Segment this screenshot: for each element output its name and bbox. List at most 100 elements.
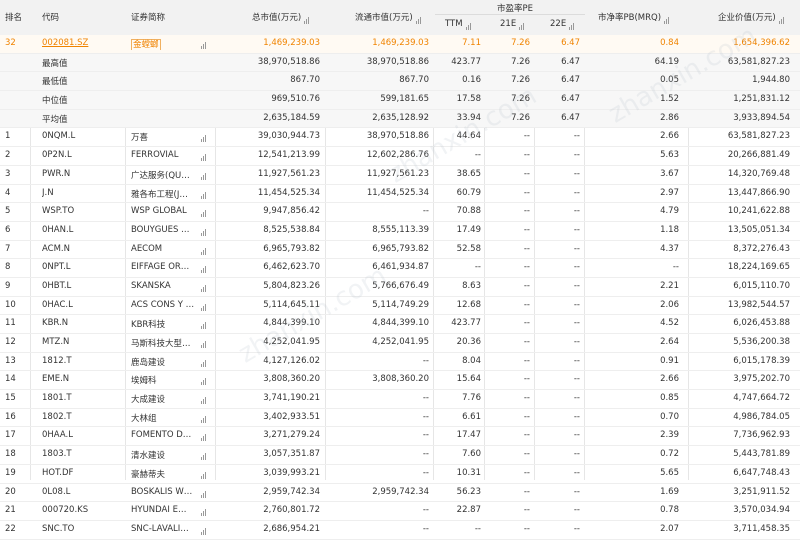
name-cell[interactable]: AECOM <box>131 244 196 254</box>
bar-chart-icon[interactable] <box>569 20 575 30</box>
code-cell[interactable]: J.N <box>42 188 122 198</box>
table-row[interactable]: 1 0NQM.L 万喜 39,030,944.73 38,970,518.86 … <box>0 128 800 148</box>
table-row[interactable]: 20 0L08.L BOSKALIS W… 2,959,742.34 2,959… <box>0 484 800 503</box>
header-total-mv[interactable]: 总市值(万元) <box>252 11 310 24</box>
mini-chart-icon[interactable] <box>198 150 210 162</box>
bar-chart-icon[interactable] <box>664 14 670 24</box>
code-link[interactable]: 002081.SZ <box>42 38 88 48</box>
header-ttm[interactable]: TTM <box>445 19 472 30</box>
code-cell[interactable]: 002081.SZ <box>42 38 122 48</box>
mini-chart-icon[interactable] <box>198 225 210 236</box>
table-row[interactable]: 4 J.N 雅各布工程(J… 11,454,525.34 11,454,525.… <box>0 185 800 204</box>
name-cell[interactable]: HYUNDAI E… <box>131 505 196 515</box>
code-cell[interactable]: PWR.N <box>42 169 122 179</box>
name-cell[interactable]: EIFFAGE OR… <box>131 262 196 272</box>
bar-chart-icon[interactable] <box>778 14 785 24</box>
bar-chart-icon[interactable] <box>304 14 310 24</box>
table-row[interactable]: 8 0NPT.L EIFFAGE OR… 6,462,623.70 6,461,… <box>0 259 800 278</box>
code-cell[interactable]: 0NQM.L <box>42 131 122 141</box>
name-cell[interactable]: SKANSKA <box>131 281 196 291</box>
code-cell[interactable]: 1812.T <box>42 356 122 366</box>
mini-chart-icon[interactable] <box>198 505 210 517</box>
mini-chart-icon[interactable] <box>198 449 210 461</box>
code-cell[interactable]: 0HBT.L <box>42 281 122 291</box>
code-cell[interactable]: 0P2N.L <box>42 150 122 160</box>
code-cell[interactable]: KBR.N <box>42 318 122 328</box>
mini-chart-icon[interactable] <box>198 262 210 274</box>
mini-chart-icon[interactable] <box>198 244 210 255</box>
code-cell[interactable]: MTZ.N <box>42 337 122 347</box>
mini-chart-icon[interactable] <box>198 393 210 405</box>
mini-chart-icon[interactable] <box>198 188 210 199</box>
mini-chart-icon[interactable] <box>198 524 210 535</box>
name-cell[interactable]: 埃姆科 <box>131 374 196 386</box>
name-cell[interactable]: BOSKALIS W… <box>131 487 196 497</box>
mini-chart-icon[interactable] <box>198 487 210 498</box>
mini-chart-icon[interactable] <box>198 206 210 218</box>
mini-chart-icon[interactable] <box>198 281 210 292</box>
table-row[interactable]: 5 WSP.TO WSP GLOBAL 9,947,856.42 -- 70.8… <box>0 203 800 222</box>
name-cell[interactable]: KBR科技 <box>131 318 196 330</box>
table-row[interactable]: 11 KBR.N KBR科技 4,844,399.10 4,844,399.10… <box>0 315 800 334</box>
mini-chart-icon[interactable] <box>198 356 210 367</box>
header-pb[interactable]: 市净率PB(MRQ) <box>598 11 670 24</box>
code-cell[interactable]: 1803.T <box>42 449 122 459</box>
table-row[interactable]: 18 1803.T 清水建设 3,057,351.87 -- 7.60 -- -… <box>0 446 800 465</box>
code-cell[interactable]: 0L08.L <box>42 487 122 497</box>
table-row[interactable]: 17 0HAA.L FOMENTO D… 3,271,279.24 -- 17.… <box>0 427 800 447</box>
name-cell[interactable]: 鹿岛建设 <box>131 356 196 368</box>
code-cell[interactable]: 1801.T <box>42 393 122 403</box>
header-22e[interactable]: 22E <box>550 19 575 30</box>
name-cell[interactable]: 马斯科技大型… <box>131 337 196 349</box>
mini-chart-icon[interactable] <box>198 430 210 442</box>
table-row[interactable]: 15 1801.T 大成建设 3,741,190.21 -- 7.76 -- -… <box>0 390 800 409</box>
mini-chart-icon[interactable] <box>198 169 210 180</box>
mini-chart-icon[interactable] <box>198 318 210 330</box>
table-row[interactable]: 7 ACM.N AECOM 6,965,793.82 6,965,793.82 … <box>0 241 800 260</box>
mini-chart-icon[interactable] <box>198 337 210 348</box>
name-cell[interactable]: BOUYGUES … <box>131 225 196 235</box>
mini-chart-icon[interactable] <box>198 131 210 143</box>
name-cell[interactable]: 金螳螂 <box>131 38 196 50</box>
table-row[interactable]: 22 SNC.TO SNC-LAVALI… 2,686,954.21 -- --… <box>0 521 800 540</box>
name-cell[interactable]: ACS CONS Y … <box>131 300 196 310</box>
name-cell[interactable]: 清水建设 <box>131 449 196 461</box>
mini-chart-icon[interactable] <box>198 300 210 311</box>
table-row[interactable]: 3 PWR.N 广达服务(QU… 11,927,561.23 11,927,56… <box>0 166 800 185</box>
mini-chart-icon[interactable] <box>198 412 210 423</box>
highlighted-company-row[interactable]: 32 002081.SZ 金螳螂 1,469,239.03 1,469,239.… <box>0 35 800 54</box>
name-cell[interactable]: 万喜 <box>131 131 196 143</box>
code-cell[interactable]: 000720.KS <box>42 505 122 515</box>
name-cell[interactable]: 豪赫蒂夫 <box>131 468 196 480</box>
name-cell[interactable]: FERROVIAL <box>131 150 196 160</box>
code-cell[interactable]: EME.N <box>42 374 122 384</box>
mini-chart-icon[interactable] <box>198 468 210 479</box>
code-cell[interactable]: 0NPT.L <box>42 262 122 272</box>
header-21e[interactable]: 21E <box>500 19 525 30</box>
table-row[interactable]: 12 MTZ.N 马斯科技大型… 4,252,041.95 4,252,041.… <box>0 334 800 353</box>
bar-chart-icon[interactable] <box>415 14 422 24</box>
header-code[interactable]: 代码 <box>42 11 59 23</box>
code-cell[interactable]: ACM.N <box>42 244 122 254</box>
name-link[interactable]: 金螳螂 <box>131 39 161 50</box>
code-cell[interactable]: 0HAN.L <box>42 225 122 235</box>
name-cell[interactable]: FOMENTO D… <box>131 430 196 440</box>
mini-chart-icon[interactable] <box>198 374 210 386</box>
name-cell[interactable]: 大林组 <box>131 412 196 424</box>
table-row[interactable]: 21 000720.KS HYUNDAI E… 2,760,801.72 -- … <box>0 502 800 521</box>
name-cell[interactable]: 广达服务(QU… <box>131 169 196 181</box>
name-cell[interactable]: 大成建设 <box>131 393 196 405</box>
table-row[interactable]: 14 EME.N 埃姆科 3,808,360.20 3,808,360.20 1… <box>0 371 800 391</box>
code-cell[interactable]: 1802.T <box>42 412 122 422</box>
header-circ-mv[interactable]: 流通市值(万元) <box>355 11 422 24</box>
table-row[interactable]: 2 0P2N.L FERROVIAL 12,541,213.99 12,602,… <box>0 147 800 166</box>
code-cell[interactable]: 0HAA.L <box>42 430 122 440</box>
code-cell[interactable]: SNC.TO <box>42 524 122 534</box>
code-cell[interactable]: WSP.TO <box>42 206 122 216</box>
table-row[interactable]: 16 1802.T 大林组 3,402,933.51 -- 6.61 -- --… <box>0 409 800 428</box>
bar-chart-icon[interactable] <box>519 20 525 30</box>
code-cell[interactable]: HOT.DF <box>42 468 122 478</box>
header-name[interactable]: 证券简称 <box>131 11 165 23</box>
name-cell[interactable]: WSP GLOBAL <box>131 206 196 216</box>
code-cell[interactable]: 0HAC.L <box>42 300 122 310</box>
